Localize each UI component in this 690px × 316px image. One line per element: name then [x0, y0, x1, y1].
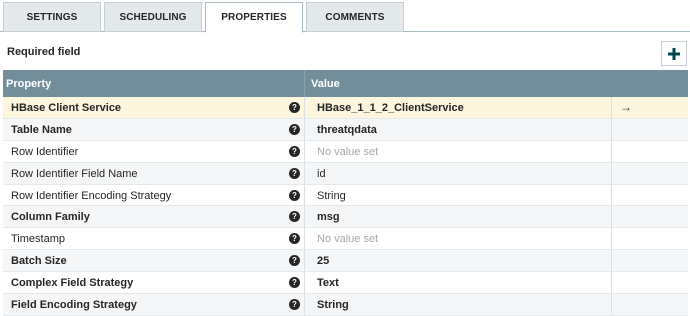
column-divider: [611, 228, 612, 250]
property-name: Batch Size: [11, 255, 67, 268]
column-divider: [304, 228, 305, 250]
column-divider: [304, 97, 305, 118]
table-row[interactable]: Timestamp? No value set: [3, 228, 688, 251]
column-divider: [611, 184, 612, 206]
table-row[interactable]: Column Family? msg: [3, 206, 688, 229]
header-value: Value: [311, 78, 340, 90]
table-row[interactable]: Field Encoding Strategy? String: [3, 294, 688, 316]
column-divider: [304, 250, 305, 272]
help-icon[interactable]: ?: [289, 145, 300, 157]
column-divider: [611, 206, 612, 228]
help-icon[interactable]: ?: [289, 123, 300, 135]
help-icon[interactable]: ?: [289, 189, 300, 201]
property-value[interactable]: Text: [317, 277, 339, 289]
tab-bar: SETTINGS SCHEDULING PROPERTIES COMMENTS: [0, 0, 690, 33]
help-icon[interactable]: ?: [289, 277, 300, 289]
table-row[interactable]: Table Name? threatqdata: [3, 118, 688, 141]
property-value[interactable]: threatqdata: [317, 124, 377, 136]
properties-table: Property Value HBase Client Service? HBas…: [3, 70, 688, 316]
property-name: Timestamp: [11, 233, 65, 246]
column-divider: [304, 272, 305, 294]
column-divider: [611, 162, 612, 184]
add-property-button[interactable]: [661, 41, 687, 66]
property-name: Row Identifier: [11, 145, 79, 158]
help-icon[interactable]: ?: [289, 255, 300, 267]
property-name: Table Name: [11, 123, 72, 136]
property-value[interactable]: No value set: [317, 233, 378, 245]
table-row[interactable]: Row Identifier? No value set: [3, 140, 688, 163]
column-divider: [304, 294, 305, 315]
table-row[interactable]: Row Identifier Field Name? id: [3, 162, 688, 185]
tab-scheduling[interactable]: SCHEDULING: [104, 2, 202, 32]
column-divider: [304, 184, 305, 206]
property-name: Field Encoding Strategy: [11, 299, 137, 312]
column-divider: [304, 206, 305, 228]
table-body: HBase Client Service? HBase_1_1_2_ClientS…: [3, 97, 688, 316]
property-name: Row Identifier Encoding Strategy: [11, 189, 172, 202]
property-value[interactable]: 25: [317, 255, 329, 267]
help-icon[interactable]: ?: [289, 211, 300, 223]
property-name: Row Identifier Field Name: [11, 167, 138, 180]
help-icon[interactable]: ?: [289, 102, 300, 113]
plus-icon: [668, 47, 680, 60]
column-divider: [611, 118, 612, 140]
column-divider: [304, 140, 305, 162]
table-header: Property Value: [3, 70, 688, 97]
tab-comments[interactable]: COMMENTS: [306, 2, 404, 32]
property-value[interactable]: id: [317, 168, 326, 180]
header-property: Property: [6, 78, 52, 90]
property-value[interactable]: No value set: [317, 146, 378, 158]
column-divider: [611, 272, 612, 294]
table-row[interactable]: Batch Size? 25: [3, 250, 688, 273]
property-name: Complex Field Strategy: [11, 277, 134, 290]
tab-properties[interactable]: PROPERTIES: [205, 2, 303, 33]
column-divider: [304, 118, 305, 140]
table-row[interactable]: Row Identifier Encoding Strategy? String: [3, 184, 688, 207]
property-value[interactable]: msg: [317, 211, 340, 223]
property-name: Column Family: [11, 211, 90, 224]
column-divider: [611, 140, 612, 162]
property-value[interactable]: HBase_1_1_2_ClientService: [317, 102, 464, 114]
help-icon[interactable]: ?: [289, 233, 300, 245]
column-divider: [304, 162, 305, 184]
column-divider: [611, 97, 612, 118]
table-row[interactable]: HBase Client Service? HBase_1_1_2_ClientS…: [3, 97, 688, 119]
required-field-label: Required field: [7, 46, 81, 58]
help-icon[interactable]: ?: [289, 299, 300, 311]
tab-settings[interactable]: SETTINGS: [3, 2, 101, 32]
help-icon[interactable]: ?: [289, 167, 300, 179]
column-divider: [611, 294, 612, 315]
property-name: HBase Client Service: [11, 102, 122, 114]
property-value[interactable]: String: [317, 190, 346, 202]
column-divider: [611, 250, 612, 272]
property-value[interactable]: String: [317, 299, 349, 311]
header-divider: [304, 70, 305, 97]
go-to-service-arrow-icon[interactable]: →: [620, 100, 632, 114]
table-row[interactable]: Complex Field Strategy? Text: [3, 272, 688, 295]
